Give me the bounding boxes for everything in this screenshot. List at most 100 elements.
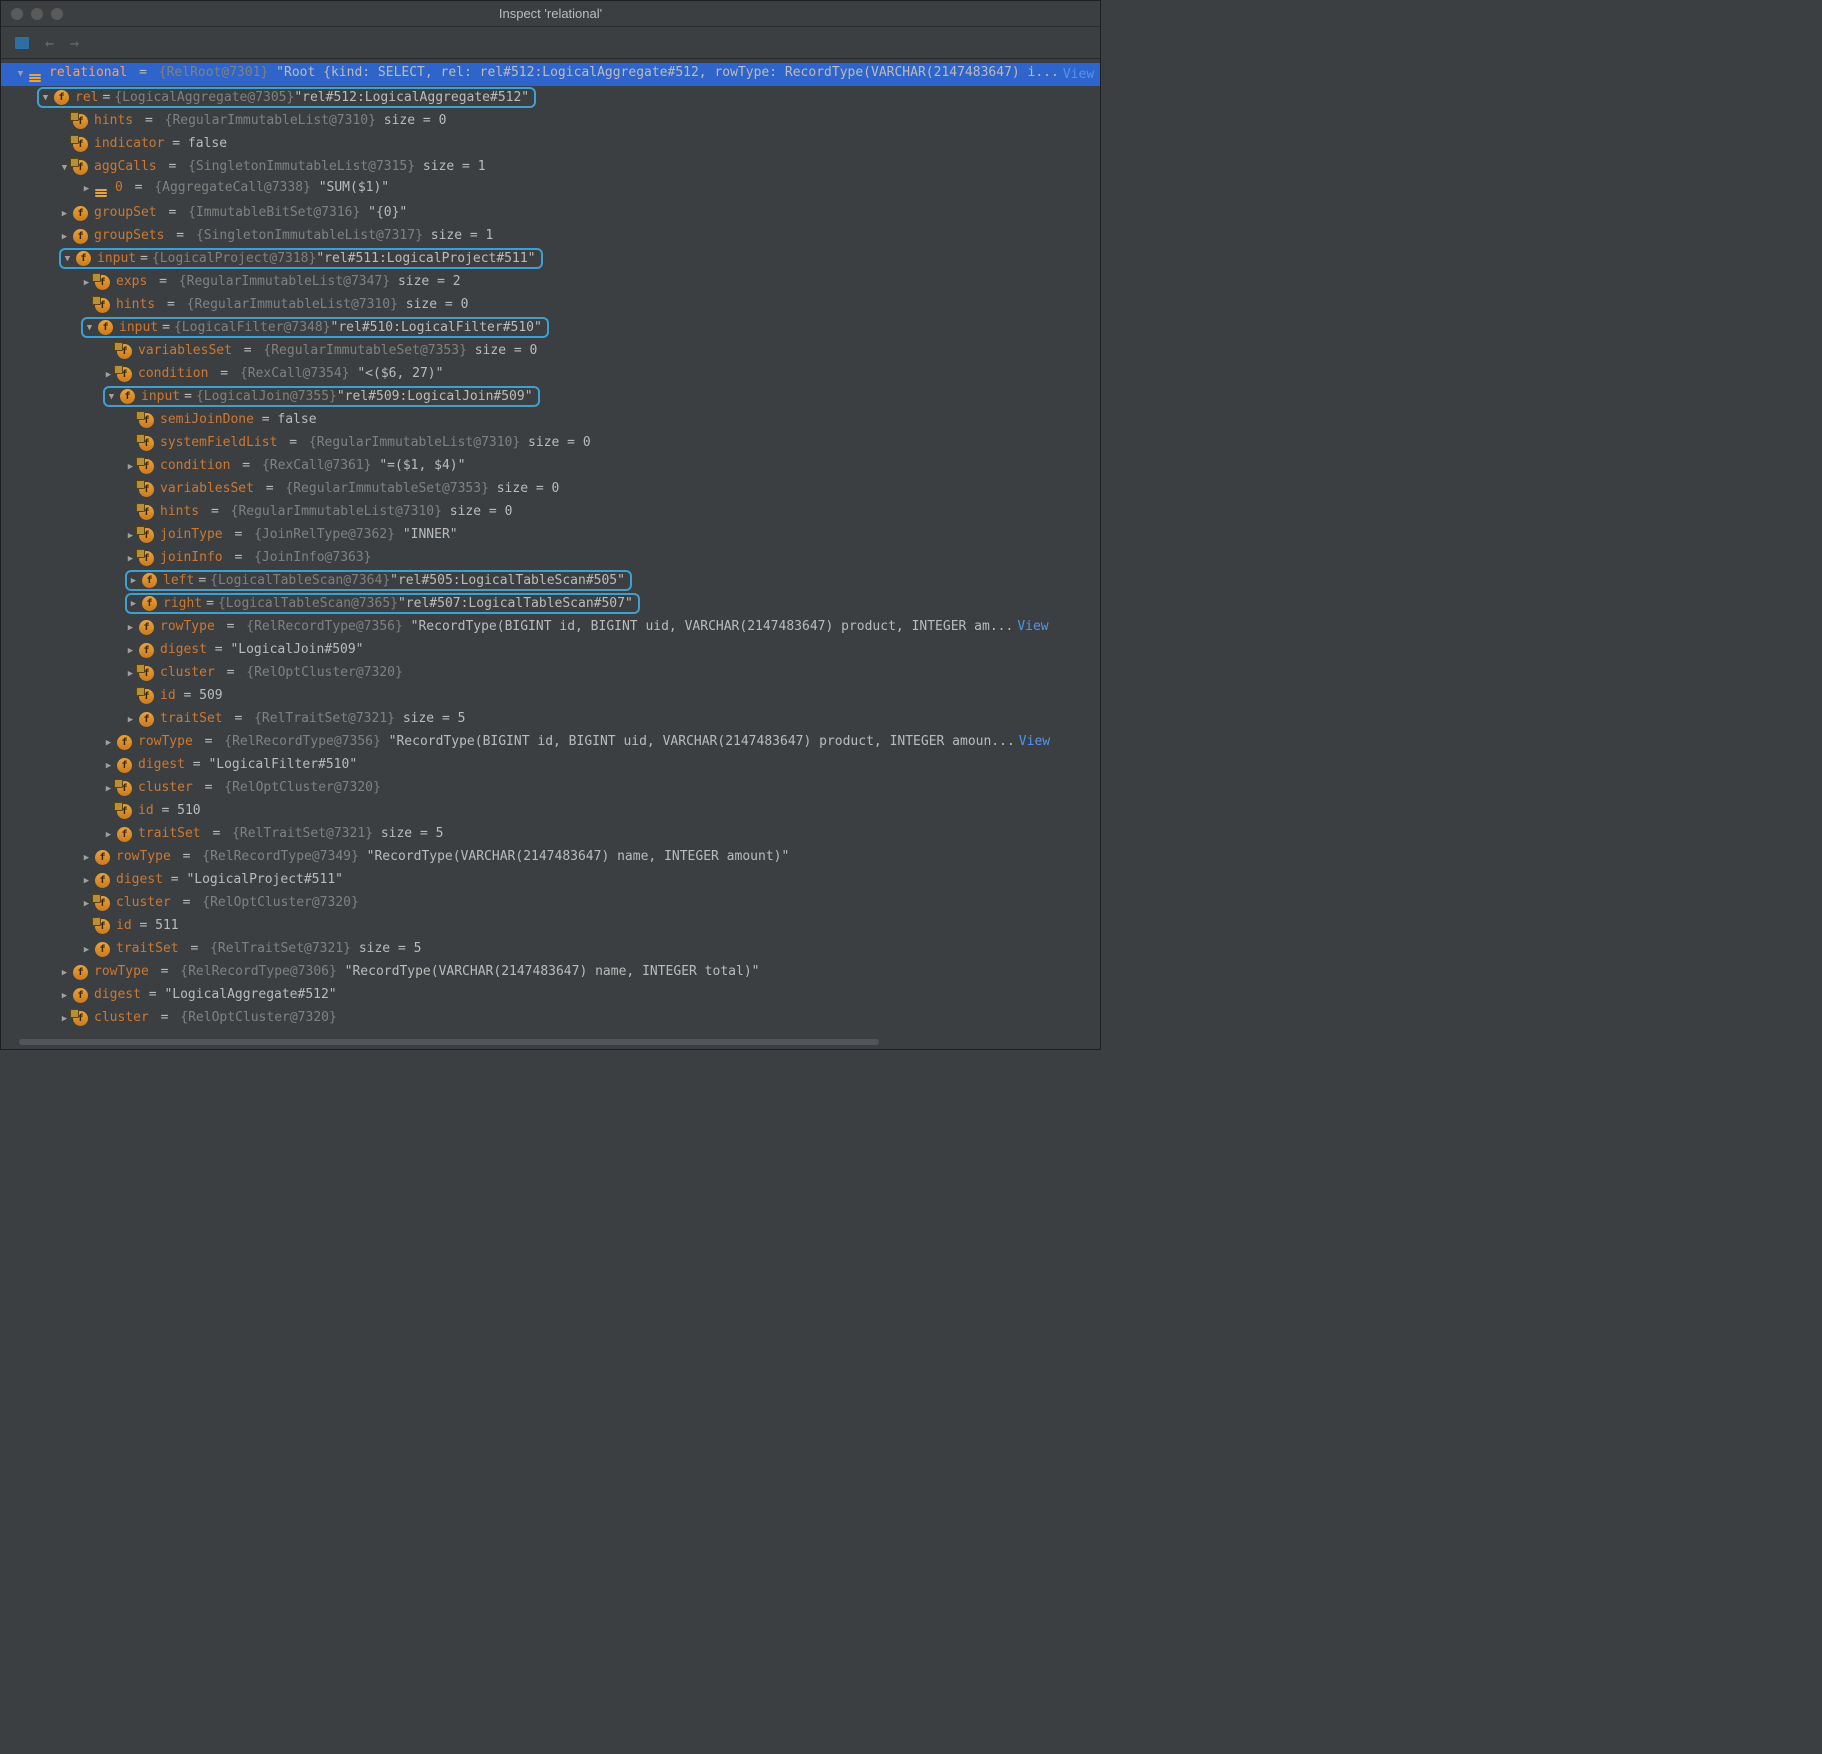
tree-row[interactable]: ftraitSet = {RelTraitSet@7321} size = 5 <box>1 937 1100 960</box>
tree-row[interactable]: fid = 509 <box>1 684 1100 707</box>
chevron-right-icon[interactable] <box>125 530 136 541</box>
back-icon[interactable]: ← <box>45 34 54 52</box>
field-name: cluster <box>94 1010 149 1025</box>
tree-row[interactable]: faggCalls = {SingletonImmutableList@7315… <box>1 155 1100 178</box>
chevron-right-icon[interactable] <box>103 760 114 771</box>
tree-row[interactable]: fvariablesSet = {RegularImmutableSet@735… <box>1 339 1100 362</box>
chevron-down-icon[interactable] <box>40 92 51 103</box>
row-content: ftraitSet = {RelTraitSet@7321} size = 5 <box>103 826 443 842</box>
chevron-right-icon[interactable] <box>125 645 136 656</box>
tree-row[interactable]: finput = {LogicalProject@7318} "rel#511:… <box>1 247 1100 270</box>
tree-row[interactable]: fhints = {RegularImmutableList@7310} siz… <box>1 500 1100 523</box>
chevron-right-icon[interactable] <box>125 668 136 679</box>
chevron-right-icon[interactable] <box>103 783 114 794</box>
value-string: "rel#505:LogicalTableScan#505" <box>390 573 625 588</box>
chevron-down-icon[interactable] <box>59 162 70 173</box>
tree-row[interactable]: fcluster = {RelOptCluster@7320} <box>1 891 1100 914</box>
tree-row[interactable]: fdigest = "LogicalFilter#510" <box>1 753 1100 776</box>
chevron-right-icon[interactable] <box>125 714 136 725</box>
type-label: {RelRoot@7301} <box>159 65 269 80</box>
view-link[interactable]: View <box>1017 619 1048 634</box>
tree-row[interactable]: fcluster = {RelOptCluster@7320} <box>1 661 1100 684</box>
equals-sign: = <box>236 343 259 358</box>
chevron-right-icon[interactable] <box>59 967 70 978</box>
chevron-right-icon[interactable] <box>81 944 92 955</box>
tree-row[interactable]: fid = 510 <box>1 799 1100 822</box>
chevron-right-icon[interactable] <box>103 829 114 840</box>
chevron-right-icon[interactable] <box>81 898 92 909</box>
tree-row[interactable]: fleft = {LogicalTableScan@7364} "rel#505… <box>1 569 1100 592</box>
tree-row[interactable]: fid = 511 <box>1 914 1100 937</box>
equals-sign: = <box>198 573 206 588</box>
tree-row[interactable]: fcluster = {RelOptCluster@7320} <box>1 776 1100 799</box>
chevron-right-icon[interactable] <box>59 231 70 242</box>
field-name: 0 <box>115 180 123 195</box>
tree-row[interactable]: frowType = {RelRecordType@7349} "RecordT… <box>1 845 1100 868</box>
chevron-right-icon[interactable] <box>128 598 139 609</box>
equals-sign: = <box>162 320 170 335</box>
chevron-right-icon[interactable] <box>128 575 139 586</box>
tree-row[interactable]: frowType = {RelRecordType@7356} "RecordT… <box>1 615 1100 638</box>
chevron-right-icon[interactable] <box>103 737 114 748</box>
equals-sign: = <box>234 458 257 473</box>
chevron-right-icon[interactable] <box>81 875 92 886</box>
maximize-icon[interactable] <box>51 8 63 20</box>
tree-row[interactable]: fsystemFieldList = {RegularImmutableList… <box>1 431 1100 454</box>
tree-row[interactable]: fdigest = "LogicalAggregate#512" <box>1 983 1100 1006</box>
chevron-right-icon[interactable] <box>81 184 92 195</box>
chevron-right-icon[interactable] <box>81 852 92 863</box>
tree-row[interactable]: fhints = {RegularImmutableList@7310} siz… <box>1 293 1100 316</box>
tree-row[interactable]: finput = {LogicalFilter@7348} "rel#510:L… <box>1 316 1100 339</box>
value-string: "rel#509:LogicalJoin#509" <box>337 389 533 404</box>
chevron-right-icon[interactable] <box>125 461 136 472</box>
tree-row[interactable]: fjoinInfo = {JoinInfo@7363} <box>1 546 1100 569</box>
horizontal-scrollbar[interactable] <box>9 1039 1092 1049</box>
tree-row[interactable]: finput = {LogicalJoin@7355} "rel#509:Log… <box>1 385 1100 408</box>
view-link[interactable]: View <box>1063 67 1094 82</box>
tree-row[interactable]: 0 = {AggregateCall@7338} "SUM($1)" <box>1 178 1100 201</box>
scrollbar-thumb[interactable] <box>19 1039 879 1045</box>
chevron-down-icon[interactable] <box>106 391 117 402</box>
field-name: cluster <box>138 780 193 795</box>
tree-row[interactable]: fdigest = "LogicalProject#511" <box>1 868 1100 891</box>
tree-row[interactable]: ftraitSet = {RelTraitSet@7321} size = 5 <box>1 822 1100 845</box>
chevron-right-icon[interactable] <box>81 277 92 288</box>
tree-row[interactable]: fdigest = "LogicalJoin#509" <box>1 638 1100 661</box>
field-icon: f <box>95 942 110 957</box>
tree-row[interactable]: fright = {LogicalTableScan@7365} "rel#50… <box>1 592 1100 615</box>
chevron-right-icon[interactable] <box>59 990 70 1001</box>
view-link[interactable]: View <box>1019 734 1050 749</box>
tree-row[interactable]: fexps = {RegularImmutableList@7347} size… <box>1 270 1100 293</box>
chevron-down-icon[interactable] <box>15 69 26 80</box>
tree-row[interactable]: fgroupSets = {SingletonImmutableList@731… <box>1 224 1100 247</box>
tree-row[interactable]: relational = {RelRoot@7301} "Root {kind:… <box>1 63 1100 86</box>
chevron-right-icon[interactable] <box>59 1013 70 1024</box>
tree-row[interactable]: fcondition = {RexCall@7361} "=($1, $4)" <box>1 454 1100 477</box>
tree-row[interactable]: fjoinType = {JoinRelType@7362} "INNER" <box>1 523 1100 546</box>
tree-row[interactable]: frel = {LogicalAggregate@7305} "rel#512:… <box>1 86 1100 109</box>
tree-row[interactable]: fsemiJoinDone = false <box>1 408 1100 431</box>
tree-view[interactable]: relational = {RelRoot@7301} "Root {kind:… <box>1 59 1100 1037</box>
chevron-down-icon[interactable] <box>84 322 95 333</box>
tree-row[interactable]: findicator = false <box>1 132 1100 155</box>
tree-row[interactable]: frowType = {RelRecordType@7306} "RecordT… <box>1 960 1100 983</box>
chevron-right-icon[interactable] <box>125 553 136 564</box>
close-icon[interactable] <box>11 8 23 20</box>
tree-row[interactable]: fvariablesSet = {RegularImmutableSet@735… <box>1 477 1100 500</box>
equals-sign: = <box>153 1010 176 1025</box>
chevron-right-icon[interactable] <box>103 369 114 380</box>
tree-row[interactable]: fcluster = {RelOptCluster@7320} <box>1 1006 1100 1029</box>
value-string: "=($1, $4)" <box>379 458 465 473</box>
forward-icon[interactable]: → <box>70 34 79 52</box>
tree-row[interactable]: fcondition = {RexCall@7354} "<($6, 27)" <box>1 362 1100 385</box>
tree-row[interactable]: fgroupSet = {ImmutableBitSet@7316} "{0}" <box>1 201 1100 224</box>
chevron-right-icon[interactable] <box>59 208 70 219</box>
tree-row[interactable]: frowType = {RelRecordType@7356} "RecordT… <box>1 730 1100 753</box>
chevron-right-icon[interactable] <box>125 622 136 633</box>
chevron-down-icon[interactable] <box>62 253 73 264</box>
tree-row[interactable]: fhints = {RegularImmutableList@7310} siz… <box>1 109 1100 132</box>
tree-row[interactable]: ftraitSet = {RelTraitSet@7321} size = 5 <box>1 707 1100 730</box>
minimize-icon[interactable] <box>31 8 43 20</box>
field-name: hints <box>160 504 199 519</box>
header-icon[interactable] <box>15 37 29 49</box>
